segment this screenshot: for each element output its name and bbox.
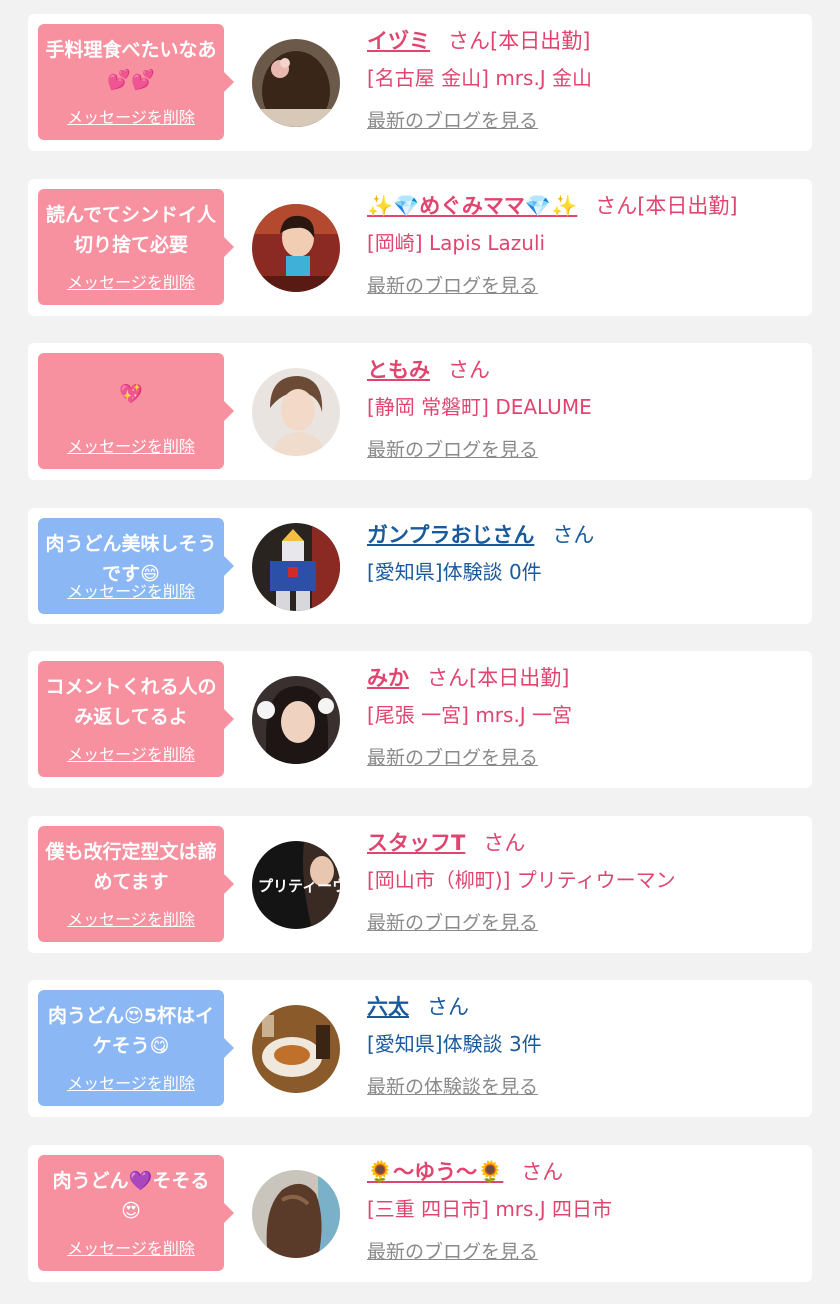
latest-blog-link[interactable]: 最新のブログを見る bbox=[367, 271, 538, 298]
user-name-link[interactable]: スタッフT bbox=[367, 831, 465, 855]
message-card: 肉うどん美味しそうです😄 メッセージを削除 ガンプラおじさん さん [愛知県]体験… bbox=[28, 507, 812, 624]
user-name-link[interactable]: 六太 bbox=[367, 995, 409, 1019]
delete-message-link[interactable]: メッセージを削除 bbox=[38, 433, 224, 457]
shop-info: [岡崎] Lapis Lazuli bbox=[367, 230, 546, 255]
delete-message-link[interactable]: メッセージを削除 bbox=[38, 906, 224, 930]
shop-info: [岡山市（柳町)] プリティウーマン bbox=[367, 867, 676, 892]
message-text: 僕も改行定型文は諦めてます bbox=[45, 840, 217, 893]
avatar-woman-icon[interactable] bbox=[252, 203, 340, 292]
message-bubble: コメントくれる人のみ返してるよ メッセージを削除 bbox=[38, 661, 234, 777]
avatar-woman-icon[interactable] bbox=[252, 676, 340, 764]
shop-info: [静岡 常磐町] DEALUME bbox=[367, 395, 592, 419]
name-suffix: さん bbox=[448, 358, 490, 382]
delete-message-link[interactable]: メッセージを削除 bbox=[38, 104, 224, 128]
message-bubble: 肉うどん😍5杯はイケそう😋 メッセージを削除 bbox=[38, 990, 234, 1106]
latest-blog-link[interactable]: 最新のブログを見る bbox=[367, 1237, 538, 1264]
name-suffix: さん bbox=[552, 522, 595, 547]
message-text: 読んでてシンドイ人切り捨て必要 bbox=[45, 203, 217, 256]
message-card: 肉うどん💜そそる😍 メッセージを削除 🌻〜ゆう〜🌻 さん [三重 四日市] mrs… bbox=[28, 1144, 812, 1282]
message-bubble: 読んでてシンドイ人切り捨て必要 メッセージを削除 bbox=[38, 188, 234, 305]
name-suffix: さん bbox=[521, 1159, 564, 1184]
latest-blog-link[interactable]: 最新のブログを見る bbox=[367, 908, 538, 935]
avatar-shop-logo-icon[interactable]: プリティーウーマ bbox=[252, 840, 340, 929]
avatar-logo-text: プリティーウーマ bbox=[258, 877, 340, 895]
name-suffix: さん[本日出勤] bbox=[595, 193, 738, 218]
delete-message-link[interactable]: メッセージを削除 bbox=[38, 578, 224, 602]
shop-info: [名古屋 金山] mrs.J 金山 bbox=[367, 66, 593, 90]
user-name-link[interactable]: みか bbox=[367, 666, 409, 690]
delete-message-link[interactable]: メッセージを削除 bbox=[38, 269, 224, 293]
message-card: 僕も改行定型文は諦めてます メッセージを削除 プリティーウーマ スタッフTさん … bbox=[28, 815, 812, 953]
message-text: 💖 bbox=[119, 383, 143, 405]
message-bubble: 僕も改行定型文は諦めてます メッセージを削除 bbox=[38, 825, 234, 942]
avatar-robot-icon[interactable] bbox=[252, 522, 340, 611]
avatar-hair-back-icon[interactable] bbox=[252, 1169, 340, 1258]
shop-info: [愛知県]体験談 3件 bbox=[367, 1032, 542, 1056]
latest-blog-link[interactable]: 最新のブログを見る bbox=[367, 106, 538, 133]
message-text: 手料理食べたいなあ💕💕 bbox=[45, 39, 217, 91]
message-card: 手料理食べたいなあ💕💕 メッセージを削除 イヅミ さん[本日出勤] [名古屋 金山… bbox=[28, 14, 812, 151]
message-card: 💖 メッセージを削除 ともみ さん [静岡 常磐町] DEALUME 最新のブログ… bbox=[28, 343, 812, 480]
latest-blog-link[interactable]: 最新のブログを見る bbox=[367, 743, 538, 770]
message-bubble: 💖 メッセージを削除 bbox=[38, 353, 234, 469]
message-bubble: 肉うどん美味しそうです😄 メッセージを削除 bbox=[38, 517, 234, 614]
avatar-hair-back-icon[interactable] bbox=[252, 39, 340, 127]
delete-message-link[interactable]: メッセージを削除 bbox=[38, 741, 224, 765]
user-name-link[interactable]: 🌻〜ゆう〜🌻 bbox=[367, 1160, 503, 1184]
delete-message-link[interactable]: メッセージを削除 bbox=[38, 1070, 224, 1094]
delete-message-link[interactable]: メッセージを削除 bbox=[38, 1235, 224, 1259]
message-bubble: 手料理食べたいなあ💕💕 メッセージを削除 bbox=[38, 24, 234, 140]
message-text: コメントくれる人のみ返してるよ bbox=[45, 676, 217, 728]
user-name-link[interactable]: ともみ bbox=[367, 358, 430, 382]
message-card: 肉うどん😍5杯はイケそう😋 メッセージを削除 六太 さん [愛知県]体験談 3件 … bbox=[28, 980, 812, 1117]
name-suffix: さん[本日出勤] bbox=[427, 666, 570, 690]
message-card: 読んでてシンドイ人切り捨て必要 メッセージを削除 ✨💎めぐみママ💎✨ さん[本日出… bbox=[28, 178, 812, 316]
message-bubble: 肉うどん💜そそる😍 メッセージを削除 bbox=[38, 1154, 234, 1271]
latest-review-link[interactable]: 最新の体験談を見る bbox=[367, 1072, 538, 1099]
user-name-link[interactable]: ガンプラおじさん bbox=[367, 523, 534, 547]
avatar-woman-icon[interactable] bbox=[252, 368, 340, 456]
shop-info: [尾張 一宮] mrs.J 一宮 bbox=[367, 703, 573, 727]
message-text: 肉うどん💜そそる😍 bbox=[52, 1169, 210, 1222]
shop-info: [愛知県]体験談 0件 bbox=[367, 559, 542, 584]
message-list: 手料理食べたいなあ💕💕 メッセージを削除 イヅミ さん[本日出勤] [名古屋 金山… bbox=[28, 14, 812, 1304]
name-suffix: さん bbox=[483, 830, 526, 855]
latest-blog-link[interactable]: 最新のブログを見る bbox=[367, 435, 538, 462]
name-suffix: さん[本日出勤] bbox=[448, 29, 591, 53]
user-name-link[interactable]: イヅミ bbox=[367, 29, 430, 53]
name-suffix: さん bbox=[427, 995, 469, 1019]
user-name-link[interactable]: ✨💎めぐみママ💎✨ bbox=[367, 194, 577, 218]
shop-info: [三重 四日市] mrs.J 四日市 bbox=[367, 1196, 613, 1221]
message-text: 肉うどん😍5杯はイケそう😋 bbox=[47, 1005, 215, 1057]
avatar-food-icon[interactable] bbox=[252, 1005, 340, 1093]
message-card: コメントくれる人のみ返してるよ メッセージを削除 みか さん[本日出勤] [尾張 … bbox=[28, 651, 812, 788]
